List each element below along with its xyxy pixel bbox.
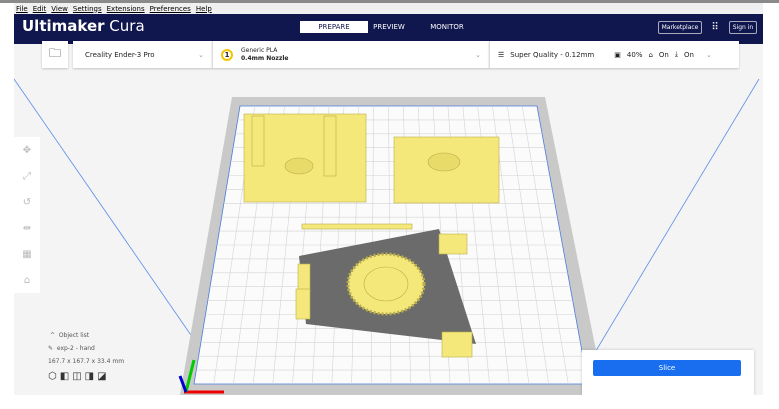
print-settings-selector[interactable]: ☰ Super Quality - 0.12mm ▣ 40% ⌂ On ⤓ On ⌄ xyxy=(489,41,739,68)
object-dimensions: 167.7 x 167.7 x 33.4 mm xyxy=(48,358,125,365)
view-top-icon[interactable]: ◫ xyxy=(72,371,84,382)
model-clip xyxy=(441,331,473,358)
scale-icon[interactable]: ⤢ xyxy=(23,171,31,182)
view-3d-icon[interactable]: ⬡ xyxy=(48,371,60,382)
view-front-icon[interactable]: ◧ xyxy=(60,371,72,382)
folder-icon: 🗀 xyxy=(48,46,61,60)
profile-name: Super Quality - 0.12mm xyxy=(510,50,595,59)
material-selector[interactable]: 1 Generic PLA 0.4mm Nozzle ⌄ xyxy=(212,41,489,68)
tab-monitor[interactable]: MONITOR xyxy=(427,21,467,33)
chevron-down-icon: ⌄ xyxy=(475,50,481,59)
support-value: On xyxy=(658,50,669,59)
view-buttons: ⬡◧◫◨◪ xyxy=(48,371,124,382)
nozzle-name: 0.4mm Nozzle xyxy=(241,54,289,62)
material-name: Generic PLA xyxy=(241,46,278,54)
infill-icon: ▣ xyxy=(614,50,621,59)
support-icon: ⌂ xyxy=(648,50,653,59)
object-list-toggle[interactable]: ^ Object list xyxy=(50,332,124,339)
menu-file[interactable]: File xyxy=(16,5,28,13)
printer-selector[interactable]: Creality Ender-3 Pro ⌄ xyxy=(73,41,212,68)
slice-panel: Slice xyxy=(582,350,754,395)
camera-line-left xyxy=(14,78,205,355)
menu-settings[interactable]: Settings xyxy=(73,5,102,13)
menu-extensions[interactable]: Extensions xyxy=(107,5,145,13)
menu-bar: File Edit View Settings Extensions Prefe… xyxy=(14,3,763,14)
view-right-icon[interactable]: ◪ xyxy=(97,371,109,382)
model-hole xyxy=(284,157,314,175)
edit-icon: ✎ xyxy=(48,345,54,352)
per-model-settings-icon[interactable]: ▦ xyxy=(22,249,31,260)
marketplace-button[interactable]: Marketplace xyxy=(658,21,702,34)
logo: Ultimaker Cura xyxy=(22,17,145,35)
menu-view[interactable]: View xyxy=(51,5,68,13)
settings-sliders-icon: ☰ xyxy=(498,50,505,59)
open-file-button[interactable]: 🗀 xyxy=(42,41,68,68)
view-left-icon[interactable]: ◨ xyxy=(85,371,97,382)
printer-name: Creality Ender-3 Pro xyxy=(85,50,155,59)
model-encoder-hub xyxy=(363,266,409,302)
build-plate-scene xyxy=(14,78,760,395)
tab-prepare[interactable]: PREPARE xyxy=(300,21,368,33)
model-bar xyxy=(301,223,413,230)
infill-value: 40% xyxy=(626,50,643,59)
model-pillar xyxy=(323,115,337,177)
menu-edit[interactable]: Edit xyxy=(33,5,47,13)
tool-panel: ✥ ⤢ ↺ ⇹ ▦ ⌂ xyxy=(14,137,40,293)
app-header: Ultimaker Cura PREPARE PREVIEW MONITOR M… xyxy=(14,14,763,44)
object-name: ✎ exp-2 - hand xyxy=(48,345,95,352)
adhesion-icon: ⤓ xyxy=(674,50,678,58)
model-clip xyxy=(438,233,468,255)
model-pillar xyxy=(251,115,265,167)
extruder-icon: 1 xyxy=(221,48,233,61)
slice-button[interactable]: Slice xyxy=(593,360,741,376)
model-post xyxy=(297,263,311,293)
apps-grid-icon[interactable]: ⠿ xyxy=(709,21,721,34)
chevron-down-icon: ⌄ xyxy=(705,50,712,59)
object-list-panel: ^ Object list ✎ exp-2 - hand 167.7 x 167… xyxy=(48,332,124,382)
chevron-down-icon: ⌄ xyxy=(198,50,204,59)
cura-app: File Edit View Settings Extensions Prefe… xyxy=(14,3,763,395)
model-post xyxy=(295,288,311,320)
rotate-icon[interactable]: ↺ xyxy=(23,197,31,208)
sign-in-button[interactable]: Sign in xyxy=(729,21,757,34)
camera-line-right xyxy=(593,78,760,355)
menu-preferences[interactable]: Preferences xyxy=(150,5,191,13)
model-hole xyxy=(427,152,461,172)
move-icon[interactable]: ✥ xyxy=(23,145,31,156)
support-blocker-icon[interactable]: ⌂ xyxy=(24,275,30,286)
menu-help[interactable]: Help xyxy=(196,5,212,13)
3d-viewport[interactable] xyxy=(14,44,763,395)
mirror-icon[interactable]: ⇹ xyxy=(23,223,31,234)
adhesion-value: On xyxy=(683,50,694,59)
tab-preview[interactable]: PREVIEW xyxy=(369,21,409,33)
